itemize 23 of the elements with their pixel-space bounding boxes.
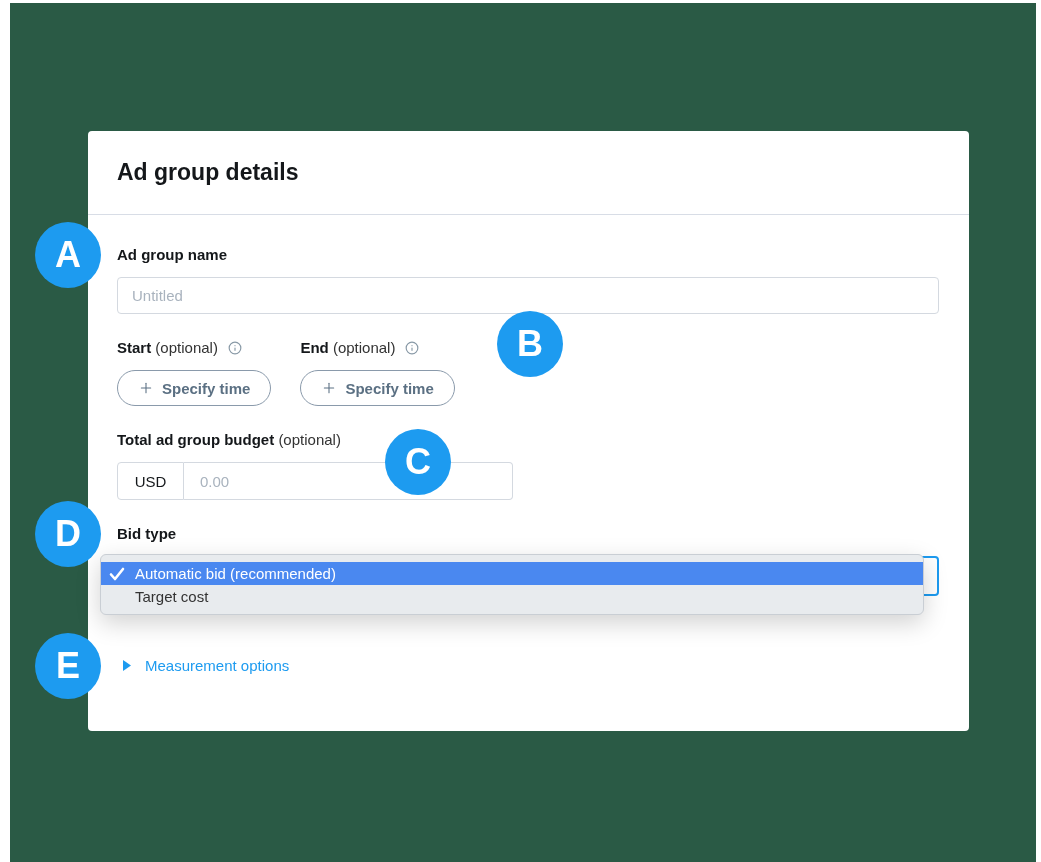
field-label: Bid type xyxy=(117,525,178,542)
info-icon[interactable] xyxy=(405,340,420,355)
specify-time-button[interactable]: Specify time xyxy=(300,370,455,406)
measurement-options-link[interactable]: Measurement options xyxy=(123,657,290,674)
field-label: Total ad group budget (optional) xyxy=(117,431,341,448)
marker-badge: B xyxy=(497,311,563,377)
specify-time-button[interactable]: Specify time xyxy=(117,370,272,406)
marker-badge: A xyxy=(35,222,101,288)
plus-icon xyxy=(138,380,154,396)
marker-badge: E xyxy=(35,633,101,699)
info-icon[interactable] xyxy=(227,340,242,355)
checkmark-icon xyxy=(109,566,125,581)
field-label: Start (optional) xyxy=(117,339,218,356)
marker-badge: C xyxy=(385,429,451,495)
card-title: Ad group details xyxy=(117,159,299,186)
dropdown-option[interactable]: Automatic bid (recommended) xyxy=(101,562,923,585)
triangle-icon xyxy=(123,660,131,671)
currency-label: USD xyxy=(117,462,184,500)
field-label: End (optional) xyxy=(300,339,396,356)
marker-badge: D xyxy=(35,501,101,567)
ad-group-name-field[interactable]: Untitled xyxy=(117,277,939,314)
dropdown-option[interactable]: Target cost xyxy=(101,585,923,608)
field-label: Ad group name xyxy=(117,246,228,263)
